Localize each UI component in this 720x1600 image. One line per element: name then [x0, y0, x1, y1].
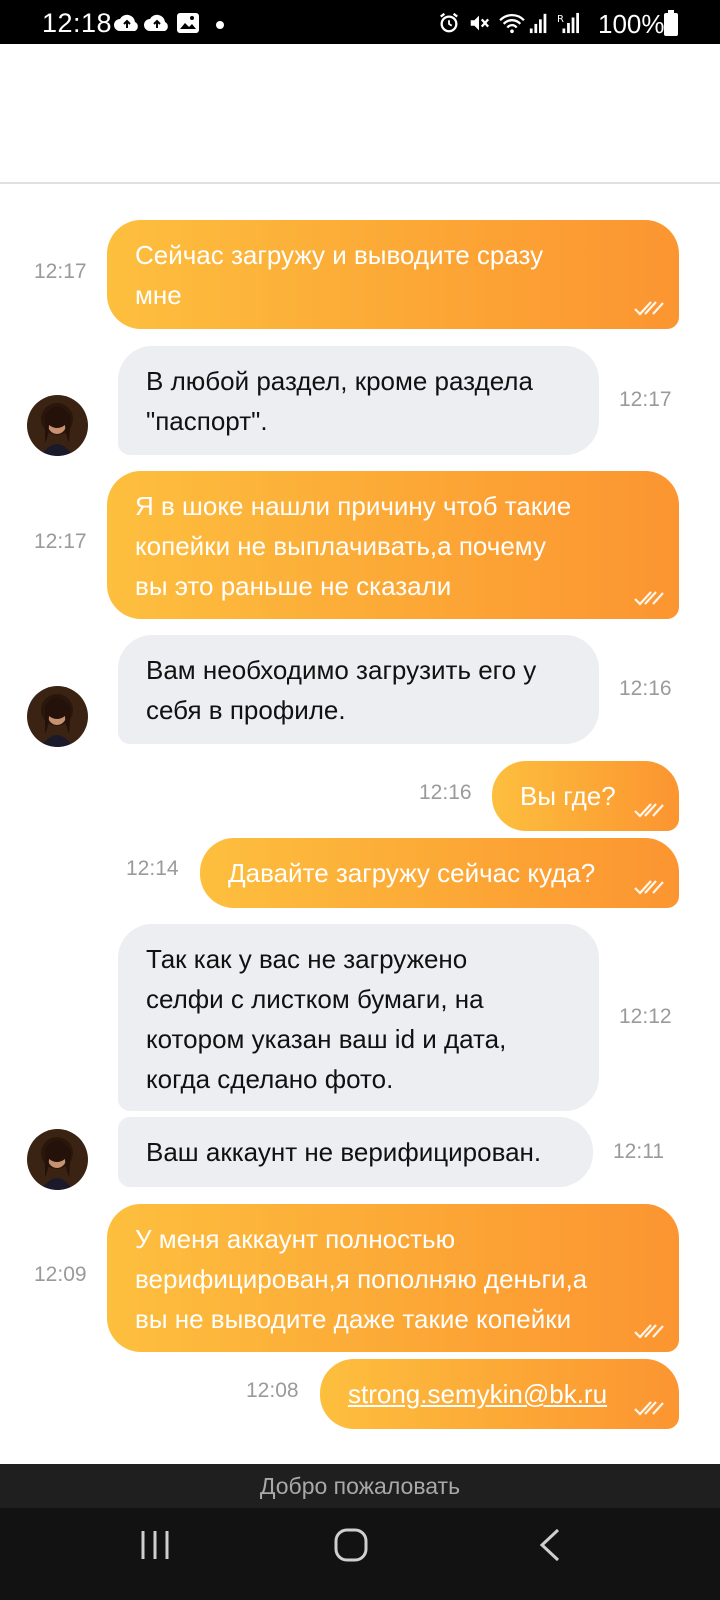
signal-r-icon: R	[557, 12, 579, 34]
incoming-message[interactable]: В любой раздел, кроме раздела "паспорт".	[118, 346, 599, 455]
message-time: 12:17	[34, 260, 87, 283]
avatar[interactable]	[27, 395, 88, 456]
status-bar: 12:18 R 100%	[0, 0, 720, 44]
message-text: Я в шоке нашли причину чтоб такие копейк…	[135, 491, 572, 601]
message-time: 12:17	[619, 388, 672, 411]
message-time: 12:16	[419, 781, 472, 804]
outgoing-message[interactable]: strong.semykin@bk.ru	[320, 1359, 679, 1429]
alarm-icon	[440, 12, 458, 33]
read-check-icon	[634, 803, 664, 818]
wifi-icon	[499, 14, 525, 34]
incoming-message[interactable]: Вам необходимо загрузить его у себя в пр…	[118, 635, 599, 744]
message-text: Давайте загружу сейчас куда?	[228, 858, 596, 888]
cloud-icon	[144, 14, 168, 31]
image-icon	[177, 13, 199, 33]
message-text: Вы где?	[520, 781, 616, 811]
message-text: Вам необходимо загрузить его у себя в пр…	[146, 655, 537, 725]
message-text: Сейчас загружу и выводите сразу мне	[135, 240, 544, 310]
system-nav-bar	[0, 1508, 720, 1600]
outgoing-message[interactable]: Я в шоке нашли причину чтоб такие копейк…	[107, 471, 679, 619]
outgoing-message[interactable]: У меня аккаунт полностью верифицирован,я…	[107, 1204, 679, 1352]
battery-icon	[664, 10, 678, 36]
recent-apps-icon[interactable]	[138, 1528, 172, 1562]
read-check-icon	[634, 1401, 664, 1416]
read-check-icon	[634, 1324, 664, 1339]
dot-icon	[216, 21, 224, 29]
read-check-icon	[634, 880, 664, 895]
message-time: 12:17	[34, 530, 87, 553]
battery-level: 100%	[598, 9, 665, 39]
avatar[interactable]	[27, 1129, 88, 1190]
message-time: 12:08	[246, 1379, 299, 1402]
back-icon[interactable]	[538, 1528, 562, 1562]
cloud-icon	[114, 14, 138, 31]
outgoing-message[interactable]: Давайте загружу сейчас куда?	[200, 838, 679, 908]
message-time: 12:16	[619, 677, 672, 700]
mute-icon	[470, 15, 490, 31]
message-text: Так как у вас не загружено селфи с листк…	[146, 944, 507, 1094]
message-text: Ваш аккаунт не верифицирован.	[146, 1137, 542, 1167]
read-check-icon	[634, 301, 664, 316]
welcome-banner: Добро пожаловать	[0, 1464, 720, 1508]
message-time: 12:09	[34, 1263, 87, 1286]
chat-header	[0, 44, 720, 184]
status-time: 12:18	[42, 8, 113, 38]
message-text: В любой раздел, кроме раздела "паспорт".	[146, 366, 533, 436]
avatar[interactable]	[27, 686, 88, 747]
signal-icon	[529, 13, 547, 34]
email-link[interactable]: strong.semykin@bk.ru	[348, 1374, 607, 1414]
message-time: 12:11	[613, 1140, 664, 1163]
outgoing-message[interactable]: Сейчас загружу и выводите сразу мне	[107, 220, 679, 329]
read-check-icon	[634, 591, 664, 606]
outgoing-message[interactable]: Вы где?	[492, 761, 679, 831]
incoming-message[interactable]: Ваш аккаунт не верифицирован.	[118, 1117, 593, 1187]
svg-text:R: R	[557, 14, 564, 25]
incoming-message[interactable]: Так как у вас не загружено селфи с листк…	[118, 924, 599, 1111]
message-time: 12:12	[619, 1005, 672, 1028]
message-time: 12:14	[126, 857, 179, 880]
message-text: У меня аккаунт полностью верифицирован,я…	[135, 1224, 588, 1334]
home-icon[interactable]	[334, 1528, 368, 1562]
